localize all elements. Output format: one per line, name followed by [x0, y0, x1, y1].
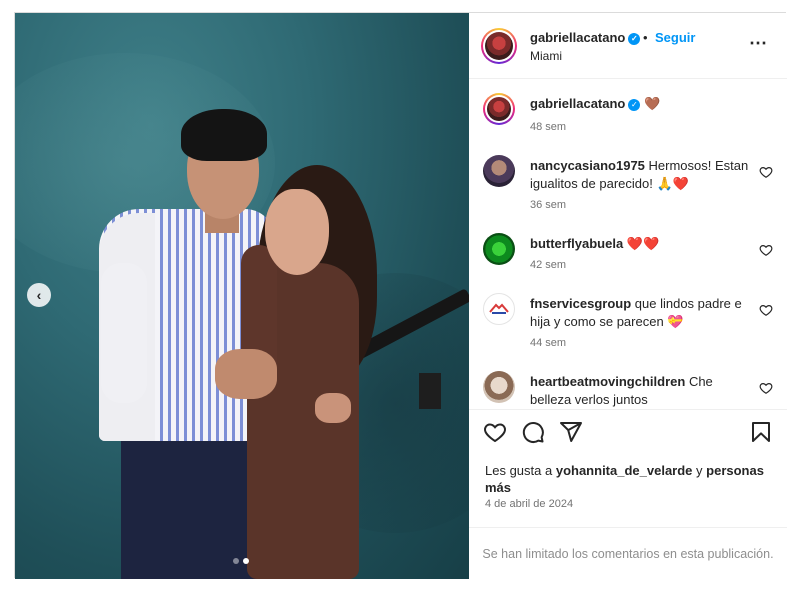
- post-date[interactable]: 4 de abril de 2024: [485, 498, 573, 510]
- heart-outline-icon[interactable]: [759, 303, 773, 317]
- comment-username[interactable]: butterflyabuela: [530, 236, 623, 251]
- comment-timestamp: 42 sem: [530, 259, 567, 271]
- bookmark-icon[interactable]: [749, 420, 773, 444]
- caption-text: gabriellacatano ✓ 🤎: [530, 95, 750, 113]
- comment-text: nancycasiano1975 Hermosos! Estan igualit…: [530, 157, 750, 193]
- man-figure: [215, 349, 277, 399]
- caption-username[interactable]: gabriellacatano: [530, 96, 625, 111]
- comment-text: butterflyabuela ❤️❤️: [530, 235, 750, 253]
- avatar[interactable]: [483, 93, 515, 125]
- likes-summary: Les gusta a yohannita_de_velarde y perso…: [485, 462, 775, 496]
- post-modal: ‹ gabriellacatano ✓ • Seguir Miami ⋯ gab…: [14, 12, 787, 579]
- author-username[interactable]: gabriellacatano ✓: [530, 30, 641, 45]
- avatar[interactable]: [483, 233, 515, 265]
- stair-post: [419, 373, 441, 409]
- comments-limited-notice: Se han limitado los comentarios en esta …: [469, 527, 787, 579]
- verified-badge-icon: ✓: [628, 98, 641, 111]
- post-location[interactable]: Miami: [530, 49, 562, 63]
- avatar[interactable]: [481, 28, 517, 64]
- comments-list[interactable]: gabriellacatano ✓ 🤎 48 sem nancycasiano19…: [469, 79, 787, 409]
- post-sidebar: gabriellacatano ✓ • Seguir Miami ⋯ gabrie…: [469, 13, 787, 579]
- likes-joiner: y: [696, 463, 703, 478]
- post-actions: Les gusta a yohannita_de_velarde y perso…: [469, 409, 787, 527]
- post-photo[interactable]: ‹: [15, 13, 469, 579]
- verified-badge-icon: ✓: [628, 32, 641, 45]
- carousel-dot: [233, 558, 239, 564]
- comment-text: fnservicesgroup que lindos padre e hija …: [530, 295, 750, 331]
- comment-body: ❤️❤️: [626, 236, 660, 251]
- caption-emoji: 🤎: [644, 96, 661, 111]
- man-figure: [315, 393, 351, 423]
- comment-timestamp: 44 sem: [530, 337, 567, 349]
- comment-timestamp: 36 sem: [530, 199, 567, 211]
- comment-username[interactable]: fnservicesgroup: [530, 296, 631, 311]
- comment-text: heartbeatmovingchildren Che belleza verl…: [530, 373, 750, 409]
- separator-dot: •: [643, 30, 648, 45]
- chevron-left-icon[interactable]: ‹: [27, 283, 51, 307]
- carousel-dot-active: [243, 558, 249, 564]
- post-header: gabriellacatano ✓ • Seguir Miami ⋯: [469, 13, 787, 79]
- more-horizontal-icon[interactable]: ⋯: [749, 33, 768, 54]
- comment-username[interactable]: nancycasiano1975: [530, 158, 645, 173]
- heart-outline-icon[interactable]: [483, 420, 507, 444]
- follow-button[interactable]: Seguir: [655, 30, 695, 45]
- avatar[interactable]: [483, 293, 515, 325]
- avatar[interactable]: [483, 155, 515, 187]
- man-figure: [101, 263, 147, 403]
- carousel-dots: [233, 558, 249, 564]
- heart-outline-icon[interactable]: [759, 381, 773, 395]
- paper-plane-icon[interactable]: [559, 420, 583, 444]
- comment-username[interactable]: heartbeatmovingchildren: [530, 374, 685, 389]
- fn-logo-icon: [489, 303, 509, 314]
- woman-figure: [265, 189, 329, 275]
- avatar[interactable]: [483, 371, 515, 403]
- caption-timestamp: 48 sem: [530, 121, 567, 133]
- heart-outline-icon[interactable]: [759, 243, 773, 257]
- heart-outline-icon[interactable]: [759, 165, 773, 179]
- likes-prefix: Les gusta a: [485, 463, 553, 478]
- likes-user-link[interactable]: yohannita_de_velarde: [556, 463, 693, 478]
- comment-bubble-icon[interactable]: [521, 420, 545, 444]
- man-figure: [181, 109, 267, 161]
